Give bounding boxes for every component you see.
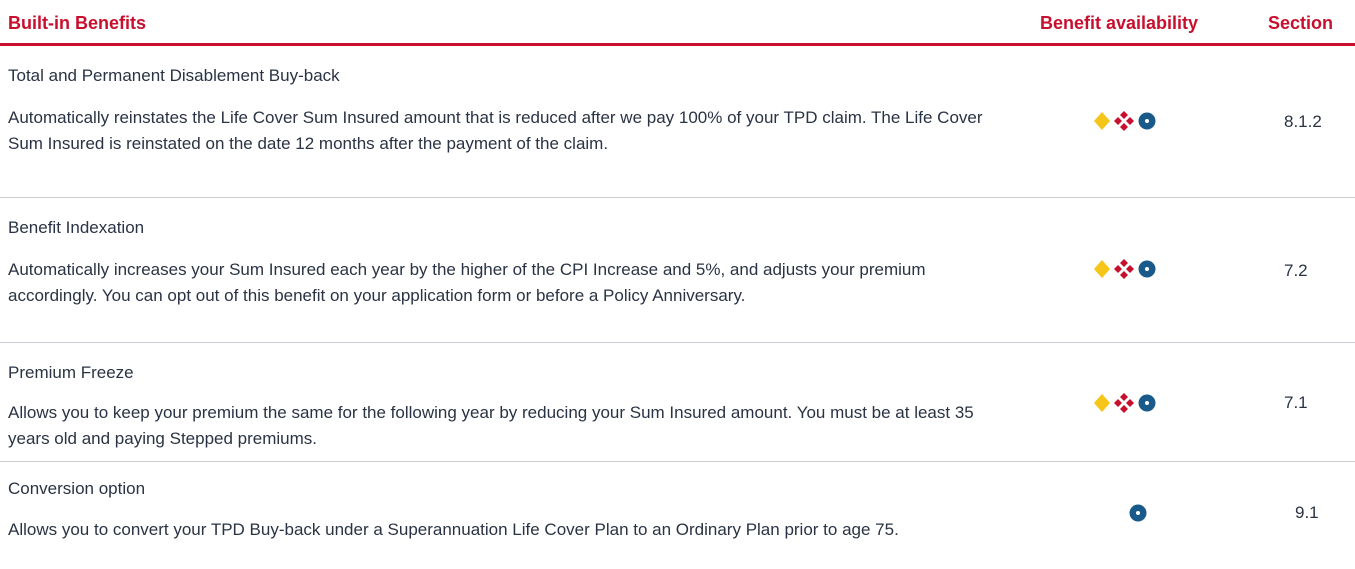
blue-circle-dot-icon — [1137, 393, 1157, 413]
availability-icons — [1093, 259, 1157, 279]
benefit-title: Premium Freeze — [8, 363, 134, 382]
benefit-title: Conversion option — [8, 479, 146, 498]
table-row: Total and Permanent Disablement Buy-back… — [0, 46, 1355, 198]
section-number: 7.2 — [1284, 261, 1308, 280]
header-built-in-benefits: Built-in Benefits — [8, 13, 146, 33]
header-section: Section — [1268, 13, 1334, 33]
blue-circle-dot-icon — [1137, 111, 1157, 131]
yellow-diamond-icon — [1093, 259, 1111, 279]
availability-icons — [1128, 503, 1148, 523]
red-four-diamond-cluster-icon — [1113, 110, 1135, 132]
table-row: Conversion option Allows you to convert … — [0, 462, 1355, 569]
blue-circle-dot-icon — [1137, 259, 1157, 279]
benefit-title: Benefit Indexation — [8, 218, 145, 237]
section-number: 7.1 — [1284, 393, 1308, 412]
availability-icons — [1093, 111, 1157, 131]
benefit-description: Automatically increases your Sum Insured… — [8, 260, 926, 305]
benefit-title: Total and Permanent Disablement Buy-back — [8, 66, 340, 85]
availability-icons — [1093, 393, 1157, 413]
yellow-diamond-icon — [1093, 111, 1111, 131]
section-number: 9.1 — [1295, 503, 1319, 522]
yellow-diamond-icon — [1093, 393, 1111, 413]
blue-circle-dot-icon — [1128, 503, 1148, 523]
red-four-diamond-cluster-icon — [1113, 258, 1135, 280]
table-header: Built-in Benefits Benefit availability S… — [0, 0, 1355, 46]
benefit-description: Allows you to keep your premium the same… — [8, 403, 974, 448]
table-row: Benefit Indexation Automatically increas… — [0, 198, 1355, 343]
benefit-description: Allows you to convert your TPD Buy-back … — [8, 520, 899, 539]
benefit-description: Automatically reinstates the Life Cover … — [8, 108, 983, 153]
red-four-diamond-cluster-icon — [1113, 392, 1135, 414]
benefits-table: Built-in Benefits Benefit availability S… — [0, 0, 1355, 569]
table-row: Premium Freeze Allows you to keep your p… — [0, 343, 1355, 462]
header-benefit-availability: Benefit availability — [1040, 13, 1199, 33]
section-number: 8.1.2 — [1284, 112, 1322, 131]
